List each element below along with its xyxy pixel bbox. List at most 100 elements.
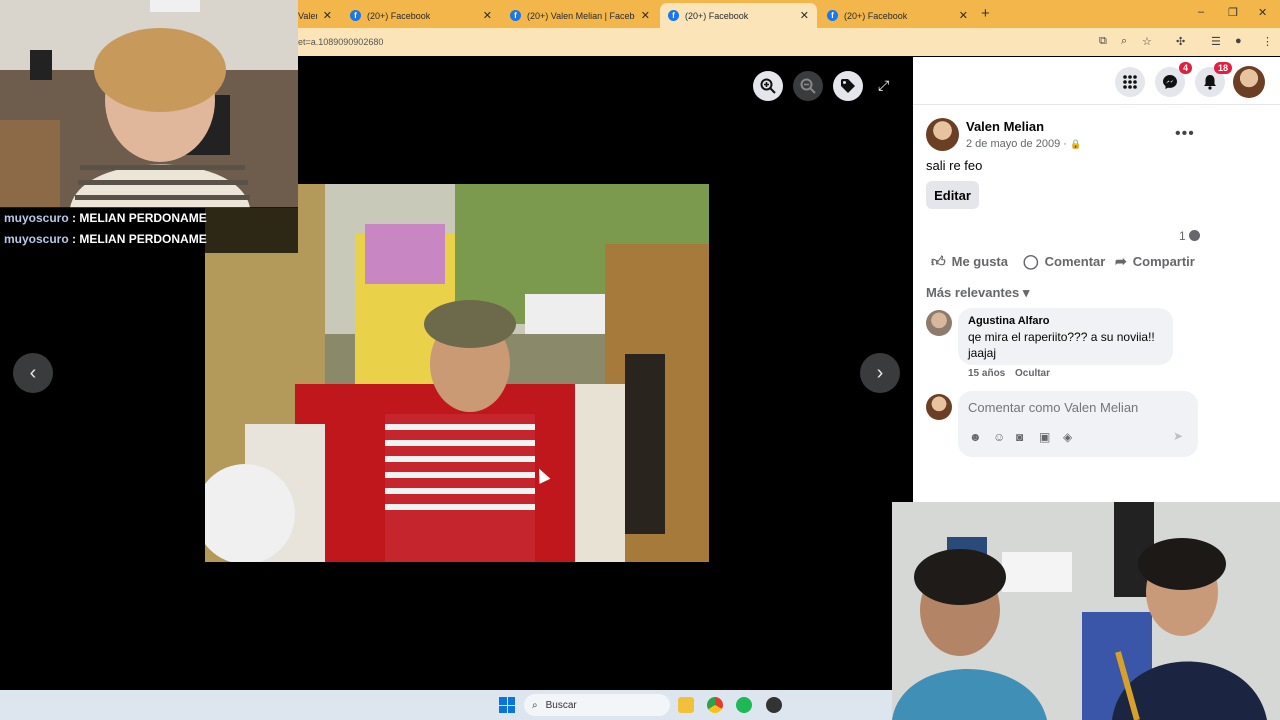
chat-username: muyoscuro [4,211,69,225]
author-avatar[interactable] [926,118,959,151]
tab-facebook-1[interactable]: f (20+) Facebook ✕ [342,3,500,28]
chrome-icon[interactable] [707,697,723,713]
profile-icon[interactable]: ● [1235,35,1242,47]
comment-age[interactable]: 15 años [968,368,1005,379]
tag-button[interactable] [833,71,863,101]
tab-close-icon[interactable]: ✕ [483,9,492,22]
comment-label: Comentar [1044,254,1106,269]
menu-button[interactable] [1115,67,1145,97]
avatar-sticker-icon[interactable]: ☻ [969,430,982,444]
search-icon: ⌕ [532,699,538,711]
next-photo-button[interactable]: › [860,353,900,393]
obs-icon[interactable] [766,697,782,713]
screen: Valen/ ✕ f (20+) Facebook ✕ f (20+) Vale… [0,0,1280,720]
chat-message: muyoscuro : MELIAN PERDONAME [4,211,207,225]
share-button[interactable]: ➦ Compartir [1115,253,1195,270]
facebook-icon: f [350,10,361,21]
facebook-post-panel: 4 18 Valen Melian 2 de mayo de 2009 · 🔒 … [913,57,1280,502]
like-button[interactable]: 👍︎ Me gusta [931,253,1008,270]
camera-icon[interactable]: ◙ [1016,430,1023,444]
chat-text: : MELIAN PERDONAME [72,211,207,225]
tab-close-icon[interactable]: ✕ [641,9,650,22]
windows-taskbar: ⌕ Buscar [0,690,892,720]
comment-bubble-icon [1189,230,1201,241]
notifications-button[interactable]: 18 [1195,62,1232,97]
tab-label: (20+) Valen Melian | Facebook [527,10,635,21]
tab-label: (20+) Facebook [367,10,431,21]
notifications-badge: 18 [1213,62,1232,74]
sticker-icon[interactable]: ◈ [1063,430,1072,444]
comment-count-value: 1 [1179,229,1186,243]
bookmark-star-icon[interactable]: ☆ [1142,35,1152,48]
post-text: sali re feo [926,158,983,173]
facebook-icon: f [827,10,838,21]
guest-webcam [892,502,1280,720]
comment-input[interactable] [968,400,1188,415]
post-date[interactable]: 2 de mayo de 2009 · 🔒 [966,138,1081,150]
share-label: Compartir [1132,254,1195,269]
tab-close-icon[interactable]: ✕ [959,9,968,22]
guest-webcam-image [892,502,1280,720]
media-icon[interactable]: ☰ [1211,35,1221,48]
comment-button[interactable]: ◯ Comentar [1023,253,1105,270]
tab-close-icon[interactable]: ✕ [323,9,332,22]
comment-count[interactable]: 1 [1179,229,1201,243]
post-date-text: 2 de mayo de 2009 · [966,138,1067,150]
post-author-name[interactable]: Valen Melian [966,119,1044,134]
messenger-badge: 4 [1178,62,1192,74]
hide-comment-button[interactable]: Ocultar [1015,368,1050,379]
comment-text-line2: jaajaj [968,346,997,360]
gif-icon[interactable]: ▣ [1039,430,1050,444]
chat-message: muyoscuro : MELIAN PERDONAME [4,232,207,246]
composer-avatar[interactable] [926,394,952,420]
tab-facebook-active[interactable]: f (20+) Facebook ✕ [660,3,817,28]
chat-text: : MELIAN PERDONAME [72,232,207,246]
zoom-in-icon [760,78,776,94]
search-placeholder: Buscar [545,699,577,711]
tab-label: Valen/ [298,10,317,21]
send-icon[interactable]: ➤ [1173,429,1183,443]
edit-button[interactable]: Editar [926,181,979,209]
extensions-icon[interactable]: ✣ [1176,35,1185,48]
zoom-in-button[interactable] [753,71,783,101]
tab-valen-melian[interactable]: f (20+) Valen Melian | Facebook ✕ [502,3,658,28]
stream-chat: muyoscuro : MELIAN PERDONAME muyoscuro :… [0,207,298,253]
maximize-button[interactable]: ❐ [1228,6,1238,19]
taskbar-search[interactable]: ⌕ Buscar [524,694,670,716]
messenger-button[interactable]: 4 [1155,62,1192,97]
url-field[interactable]: et=a.1089090902680 [298,37,383,47]
sort-comments-dropdown[interactable]: Más relevantes ▾ [926,285,1029,301]
facebook-icon: f [668,10,679,21]
tab-facebook-3[interactable]: f (20+) Facebook ✕ [819,3,976,28]
expand-icon[interactable]: ⤢ [878,77,889,94]
bell-icon [1204,75,1216,90]
comment-author[interactable]: Agustina Alfaro [968,315,1163,327]
zoom-out-button[interactable] [793,71,823,101]
zoom-out-icon [800,78,816,94]
previous-photo-button[interactable]: ‹ [13,353,53,393]
file-explorer-icon[interactable] [678,697,694,713]
minimize-button[interactable]: – [1198,6,1204,18]
new-tab-button[interactable]: + [981,5,990,22]
windows-start-icon[interactable] [499,697,515,713]
chevron-left-icon: ‹ [29,361,37,384]
chat-username: muyoscuro [4,232,69,246]
messenger-icon [1163,75,1177,89]
spotify-icon[interactable] [736,697,752,713]
zoom-icon[interactable]: ⌕ [1121,35,1127,48]
tab-label: (20+) Facebook [685,10,749,21]
commenter-avatar[interactable] [926,310,952,336]
chrome-menu-icon[interactable]: ⋮ [1262,35,1273,48]
tab-close-icon[interactable]: ✕ [800,9,809,22]
emoji-icon[interactable]: ☺ [993,430,1005,444]
comment-composer: ☻ ☺ ◙ ▣ ◈ ➤ [958,391,1198,457]
tag-icon [841,79,855,93]
close-window-button[interactable]: ✕ [1258,6,1267,19]
streamer-webcam [0,0,298,208]
webcam-image [0,0,298,208]
post-action-row: 👍︎ Me gusta ◯ Comentar ➦ Compartir [913,253,1213,275]
install-app-icon[interactable]: ⧉ [1099,35,1107,48]
account-avatar[interactable] [1233,66,1265,98]
grid-menu-icon [1123,75,1137,89]
more-options-icon[interactable]: ••• [1175,125,1195,143]
